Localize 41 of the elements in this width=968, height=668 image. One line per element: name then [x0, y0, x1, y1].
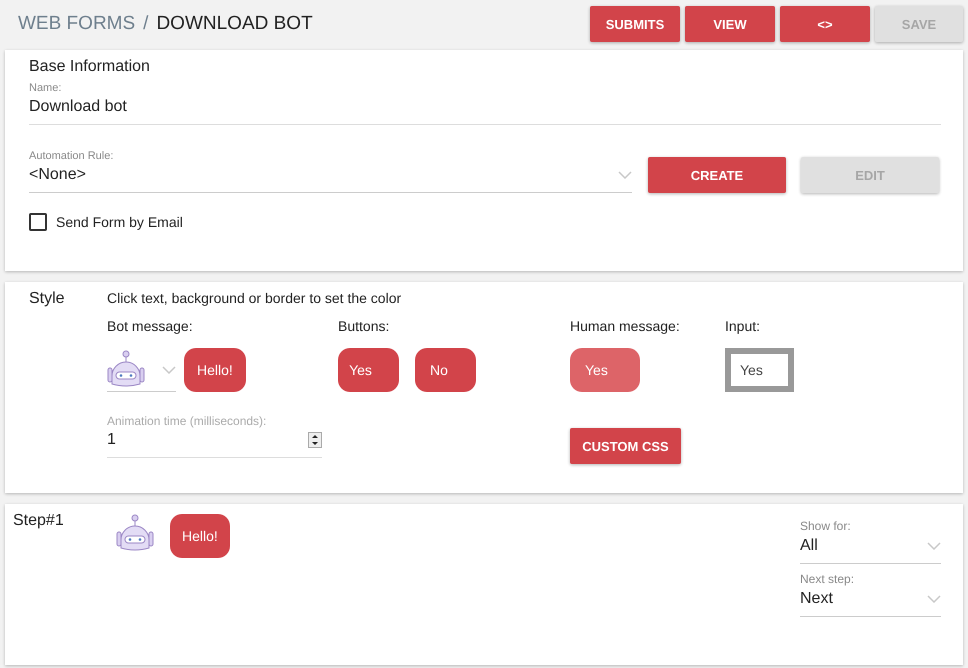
custom-css-button[interactable]: CUSTOM CSS	[570, 428, 681, 464]
toolbar-button[interactable]: VIEW	[685, 6, 775, 42]
chevron-down-icon	[927, 542, 941, 550]
breadcrumb-link[interactable]: WEB FORMS	[18, 13, 136, 35]
toolbar-button[interactable]: <>	[780, 6, 870, 42]
column-label: Input:	[725, 318, 762, 334]
checkbox-label: Send Form by Email	[56, 214, 183, 230]
avatar-select[interactable]	[107, 348, 176, 392]
input-preview[interactable]: Yes	[725, 348, 794, 392]
checkbox[interactable]	[29, 213, 47, 231]
field-label: Name:	[29, 82, 62, 94]
section-title: Base Information	[29, 58, 151, 76]
breadcrumb-separator: /	[143, 13, 148, 35]
page-title: DOWNLOAD BOT	[156, 13, 313, 35]
rule-select[interactable]: <None>	[29, 166, 632, 193]
field-label: Automation Rule:	[29, 150, 114, 162]
next-step-select[interactable]: Next	[800, 586, 941, 617]
field-label: Next step:	[800, 572, 856, 586]
chevron-down-icon	[162, 366, 176, 374]
name-field[interactable]: Download bot	[29, 98, 941, 125]
toolbar-button[interactable]: SUBMITS	[590, 6, 680, 42]
section-title: Style	[29, 290, 66, 309]
bot-bubble[interactable]: Hello!	[184, 348, 246, 392]
chevron-down-icon	[618, 171, 632, 179]
human-bubble[interactable]: Yes	[570, 348, 640, 392]
chevron-down-icon	[927, 595, 941, 603]
spinner-icon	[308, 432, 322, 448]
column-label: Bot message:	[107, 318, 194, 334]
preview-button[interactable]: No	[415, 348, 476, 392]
column-label: Buttons:	[338, 318, 390, 334]
field-label: Show for:	[800, 519, 852, 533]
show-for-select[interactable]: All	[800, 533, 941, 564]
preview-button[interactable]: Yes	[338, 348, 399, 392]
style-hint: Click text, background or border to set the color	[107, 290, 402, 306]
robot-icon	[107, 350, 145, 390]
rule-button[interactable]: CREATE	[648, 157, 786, 193]
bot-bubble: Hello!	[170, 514, 230, 558]
column-label: Human message:	[570, 318, 681, 334]
number-field[interactable]: 1	[107, 428, 322, 458]
field-label: Animation time (milliseconds):	[107, 414, 268, 428]
step-title: Step#1	[13, 512, 65, 531]
